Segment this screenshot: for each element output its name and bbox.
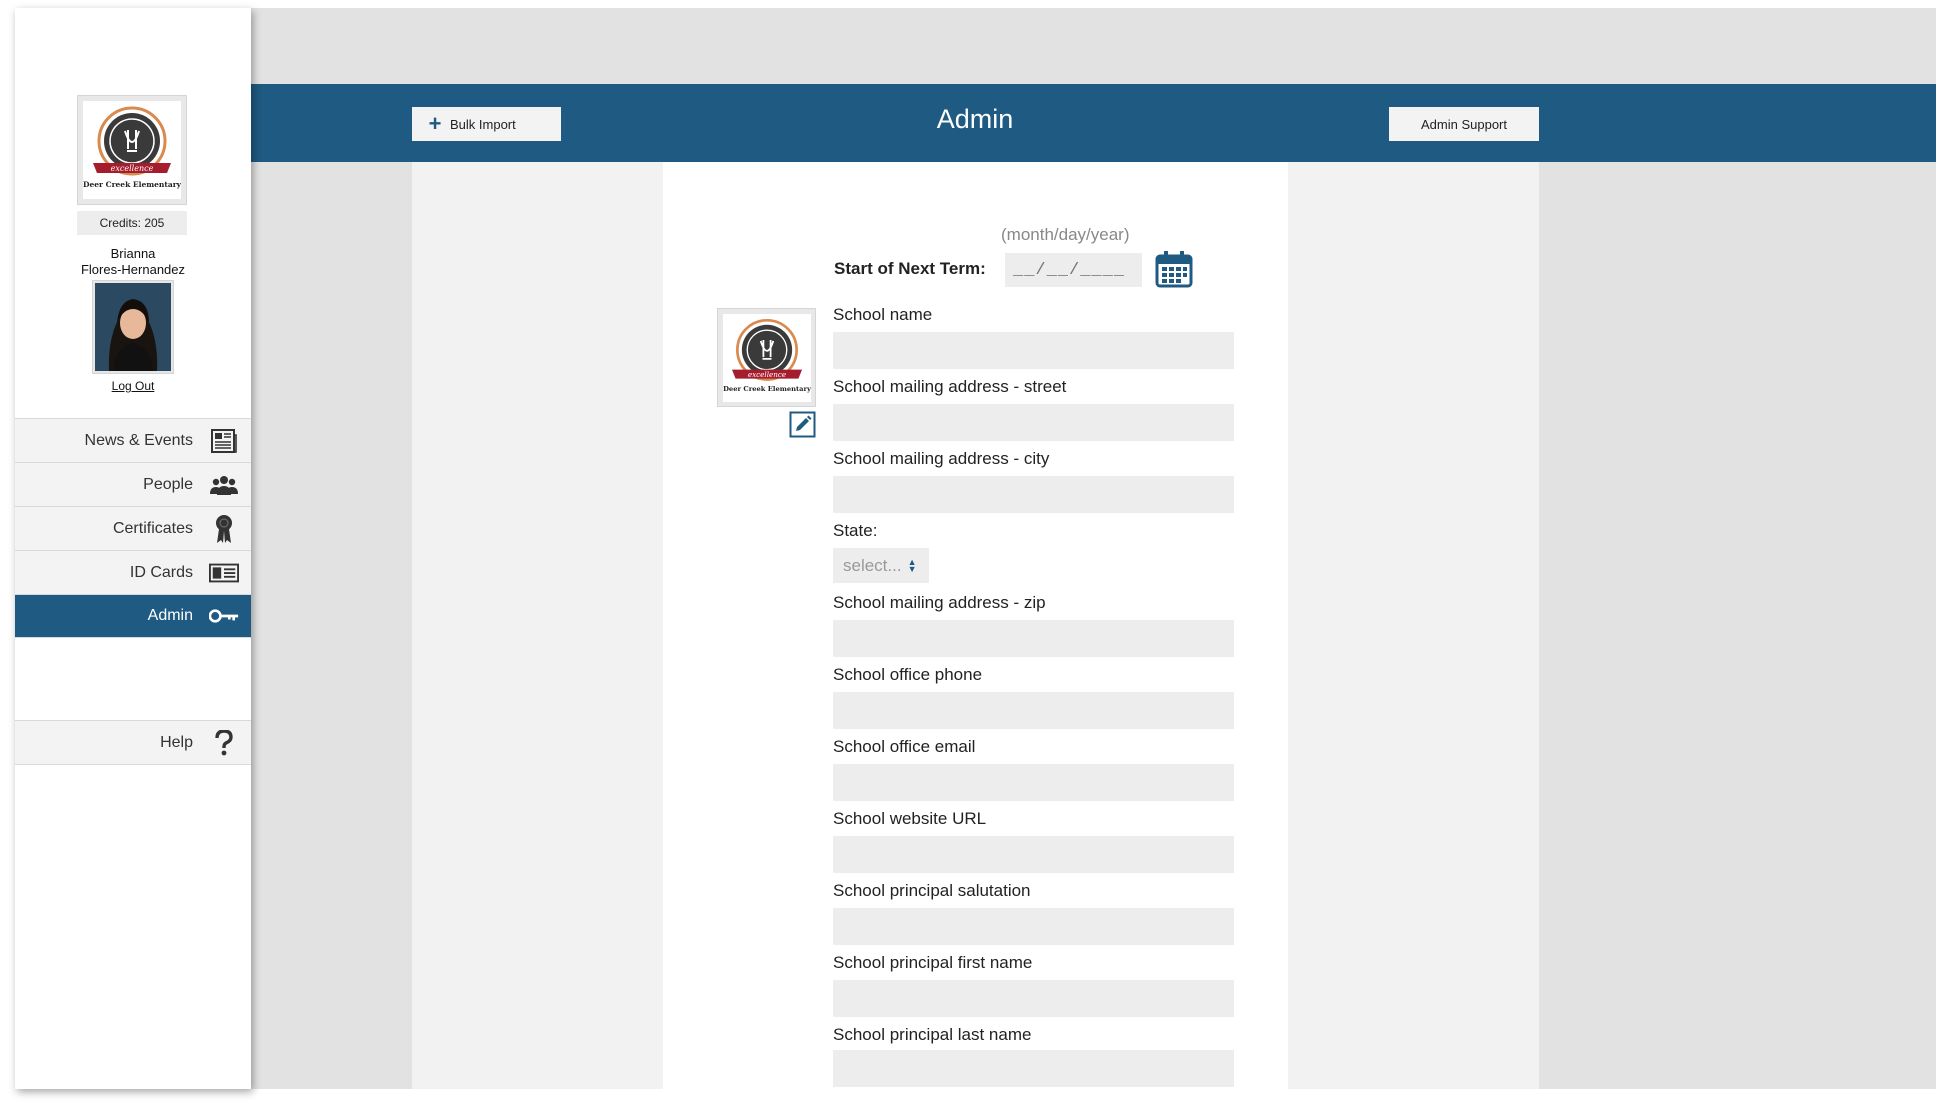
newspaper-icon xyxy=(209,426,239,456)
term-start-label: Start of Next Term: xyxy=(834,259,986,278)
user-avatar[interactable] xyxy=(92,280,174,374)
sidebar-item-label: ID Cards xyxy=(129,563,193,581)
bulk-import-button[interactable]: + Bulk Import xyxy=(412,107,561,141)
sidebar-item-label: Certificates xyxy=(112,519,193,537)
sidebar-item-label: News & Events xyxy=(84,431,193,449)
svg-text:excellence: excellence xyxy=(747,369,785,378)
website-url-label: School website URL xyxy=(833,809,987,828)
school-name-input[interactable] xyxy=(833,332,1234,369)
office-email-input[interactable] xyxy=(833,764,1234,801)
school-logo-sidebar: excellence Deer Creek Elementary xyxy=(77,95,187,205)
sidebar-item-label: Admin xyxy=(147,607,193,624)
school-name-label: School name xyxy=(833,305,933,324)
website-url-input[interactable] xyxy=(833,836,1234,873)
address-city-label: School mailing address - city xyxy=(833,449,1050,468)
principal-first-name-label: School principal first name xyxy=(833,953,1033,972)
office-email-label: School office email xyxy=(833,737,976,756)
address-zip-input[interactable] xyxy=(833,620,1234,657)
sidebar-item-help[interactable]: Help xyxy=(15,720,251,765)
sidebar-nav: News & Events People Certificates ID Car… xyxy=(15,418,251,638)
principal-last-name-label: School principal last name xyxy=(833,1025,1032,1044)
avatar-photo-icon xyxy=(95,283,171,371)
svg-text:Deer Creek Elementary: Deer Creek Elementary xyxy=(83,180,181,189)
page-title: Admin xyxy=(936,104,1014,134)
address-street-input[interactable] xyxy=(833,404,1234,441)
state-select[interactable]: select... ▲ ▼ xyxy=(833,548,929,583)
principal-salutation-label: School principal salutation xyxy=(833,881,1031,900)
edit-logo-icon[interactable] xyxy=(789,411,816,443)
logout-link[interactable]: Log Out xyxy=(33,379,233,393)
school-crest-icon: excellence Deer Creek Elementary xyxy=(722,313,811,402)
ribbon-icon xyxy=(209,514,239,544)
term-start-input[interactable] xyxy=(1005,253,1142,287)
admin-support-button[interactable]: Admin Support xyxy=(1389,107,1539,141)
calendar-icon[interactable] xyxy=(1155,250,1193,293)
sidebar-item-certificates[interactable]: Certificates xyxy=(15,506,251,550)
office-phone-input[interactable] xyxy=(833,692,1234,729)
sidebar-item-admin[interactable]: Admin xyxy=(15,594,251,638)
sidebar-item-label: People xyxy=(143,475,193,493)
sidebar-item-label: Help xyxy=(160,733,193,751)
sidebar-item-people[interactable]: People xyxy=(15,462,251,506)
state-label: State: xyxy=(833,521,878,540)
bulk-import-label: Bulk Import xyxy=(450,116,516,132)
address-street-label: School mailing address - street xyxy=(833,377,1067,396)
address-city-input[interactable] xyxy=(833,476,1234,513)
school-logo: excellence Deer Creek Elementary xyxy=(717,308,816,407)
address-zip-label: School mailing address - zip xyxy=(833,593,1046,612)
people-icon xyxy=(209,470,239,500)
select-arrows-icon: ▲ ▼ xyxy=(907,556,917,574)
plus-icon: + xyxy=(428,111,442,136)
credits-badge: Credits: 205 xyxy=(77,211,187,235)
svg-text:excellence: excellence xyxy=(111,164,154,173)
sidebar-item-news-events[interactable]: News & Events xyxy=(15,418,251,462)
question-icon xyxy=(209,729,239,756)
id-card-icon xyxy=(209,558,239,588)
user-last-name: Flores-Hernandez xyxy=(80,262,186,277)
principal-salutation-input[interactable] xyxy=(833,908,1234,945)
user-name: Brianna Flores-Hernandez xyxy=(33,246,233,278)
key-icon xyxy=(209,601,239,631)
state-select-value: select... xyxy=(843,555,902,575)
principal-last-name-input[interactable] xyxy=(833,1050,1234,1087)
principal-first-name-input[interactable] xyxy=(833,980,1234,1017)
svg-text:Deer Creek Elementary: Deer Creek Elementary xyxy=(723,385,811,393)
school-crest-icon: excellence Deer Creek Elementary xyxy=(83,101,181,199)
sidebar-item-id-cards[interactable]: ID Cards xyxy=(15,550,251,594)
office-phone-label: School office phone xyxy=(833,665,983,684)
user-first-name: Brianna xyxy=(110,246,156,261)
date-format-hint: (month/day/year) xyxy=(1001,225,1130,244)
sidebar: excellence Deer Creek Elementary Credits… xyxy=(15,8,251,1089)
